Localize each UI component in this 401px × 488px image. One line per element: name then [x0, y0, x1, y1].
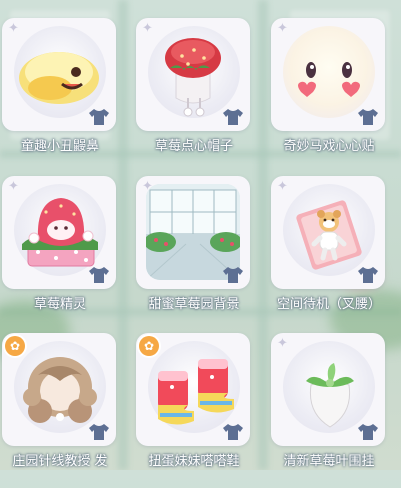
item-card[interactable]: ✦ 童趣小丑鼹鼻	[2, 18, 120, 173]
item-label: 奇妙马戏心心贴	[283, 139, 375, 154]
boots-icon	[158, 359, 234, 425]
item-thumbnail: ✿	[2, 333, 116, 446]
shirt-icon	[358, 424, 378, 440]
shirt-icon	[223, 109, 243, 125]
item-thumbnail: ✦	[2, 176, 116, 289]
item-label: 空间待机（叉腰）	[276, 297, 381, 312]
item-thumbnail: ✦	[2, 18, 116, 131]
shirt-icon	[223, 424, 243, 440]
leaf-ornament-icon	[306, 363, 354, 428]
item-thumbnail: ✦	[136, 176, 250, 289]
hair-icon	[23, 357, 97, 423]
item-thumbnail: ✦	[136, 18, 250, 131]
item-label: 草莓精灵	[33, 297, 86, 312]
shirt-icon	[223, 267, 243, 283]
idle-pose-icon	[296, 200, 362, 270]
item-card[interactable]: ✦ 空间待机（叉腰）	[271, 176, 389, 331]
item-card[interactable]: ✿ 扭蛋妹妹嗒嗒鞋	[136, 333, 254, 488]
item-thumbnail: ✿	[136, 333, 250, 446]
strawberry-hat-icon	[165, 38, 221, 117]
item-card[interactable]: ✦ 清新草莓叶围挂	[271, 333, 389, 488]
item-label: 童趣小丑鼹鼻	[20, 139, 99, 154]
item-card[interactable]: ✦ 甜蜜草莓园背景	[136, 176, 254, 331]
strawberry-sprite-icon	[22, 198, 98, 267]
item-card[interactable]: ✦ 草莓点心帽子	[136, 18, 254, 173]
shirt-icon	[89, 267, 109, 283]
item-label: 清新草莓叶围挂	[283, 454, 375, 469]
item-card[interactable]: ✿ 庄园针线教授 发	[2, 333, 120, 488]
star-icon: ✦	[142, 21, 153, 36]
shirt-icon	[89, 109, 109, 125]
item-label: 庄园针线教授 发	[12, 454, 108, 469]
star-icon: ✦	[277, 21, 288, 36]
item-grid: ✦ 童趣小丑鼹鼻 ✦ 草莓点心帽子 ✦ 奇妙马戏心心贴 ✦ 草莓精灵 ✦ 甜蜜草…	[0, 0, 401, 470]
shirt-icon	[358, 109, 378, 125]
item-label: 草莓点心帽子	[154, 139, 233, 154]
item-thumbnail: ✦	[271, 333, 385, 446]
heart-sticker-icon	[298, 62, 360, 97]
item-label: 甜蜜草莓园背景	[148, 297, 240, 312]
shirt-icon	[89, 424, 109, 440]
item-card[interactable]: ✦ 奇妙马戏心心贴	[271, 18, 389, 173]
star-icon: ✦	[277, 336, 288, 351]
item-label: 扭蛋妹妹嗒嗒鞋	[148, 454, 240, 469]
star-icon: ✦	[8, 21, 19, 36]
item-thumbnail: ✦	[271, 18, 385, 131]
item-thumbnail: ✦	[271, 176, 385, 289]
item-card[interactable]: ✦ 草莓精灵	[2, 176, 120, 331]
shirt-icon	[358, 267, 378, 283]
clown-nose-icon	[19, 52, 99, 104]
